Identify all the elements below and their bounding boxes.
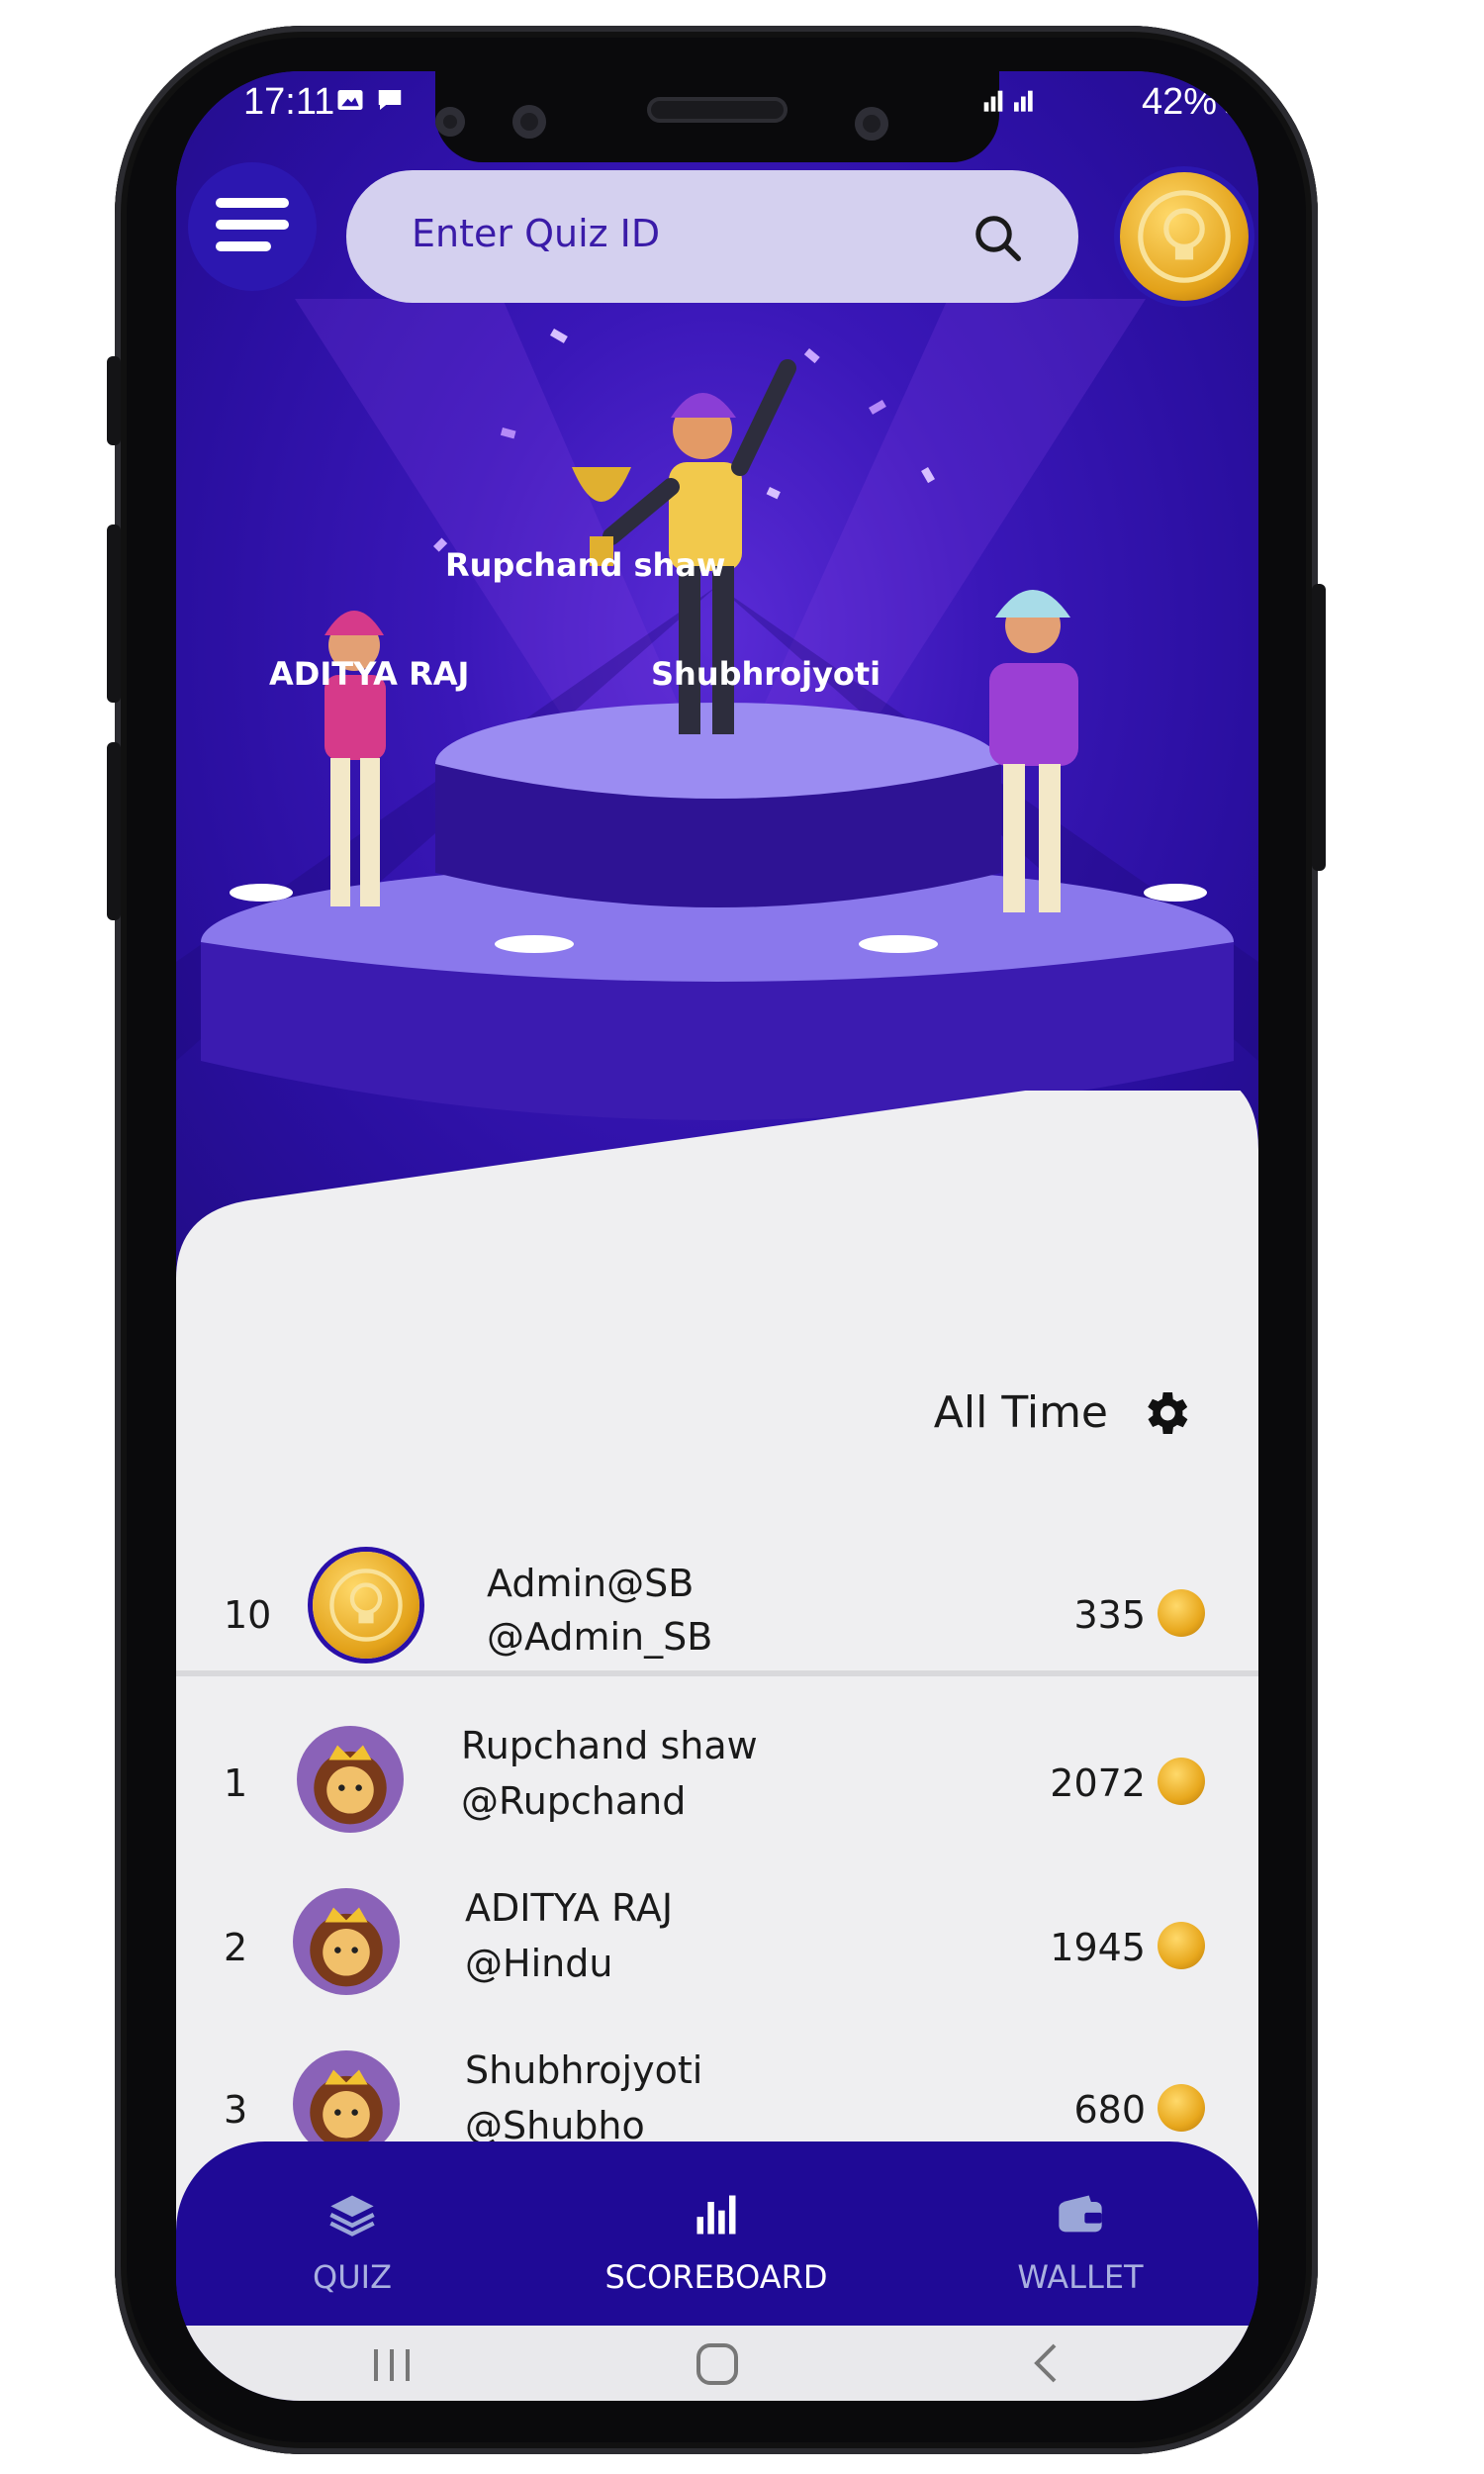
phone-power-button — [1312, 584, 1326, 871]
user-name: Rupchand shaw — [461, 1724, 758, 1767]
lion-avatar — [293, 1888, 400, 1995]
podium-second-name: ADITYA RAJ — [269, 655, 470, 693]
bar-chart-icon — [696, 2195, 736, 2235]
home-icon[interactable] — [693, 2339, 742, 2389]
user-name: Shubhrojyoti — [465, 2048, 703, 2092]
podium-first-name: Rupchand shaw — [445, 546, 726, 584]
battery-icon — [1225, 89, 1241, 114]
user-handle: @Rupchand — [461, 1779, 687, 1823]
quiz-id-search[interactable]: Enter Quiz ID — [346, 170, 1078, 303]
divider — [176, 1670, 1258, 1676]
tab-scoreboard[interactable]: SCOREBOARD — [568, 2141, 865, 2326]
search-icon[interactable] — [972, 212, 1025, 265]
rank-number: 10 — [224, 1593, 272, 1637]
user-name: Admin@SB — [487, 1562, 695, 1605]
coin-icon — [1158, 1589, 1205, 1637]
signal-icon — [983, 90, 1033, 112]
current-user-row[interactable]: 10 Admin@SB @Admin_SB 335 — [176, 1536, 1258, 1704]
user-score: 680 — [1073, 2088, 1146, 2132]
bulb-logo-icon — [1138, 190, 1231, 283]
system-navigation-bar — [176, 2326, 1258, 2401]
wallet-icon — [1059, 2195, 1102, 2233]
gear-icon[interactable] — [1138, 1385, 1193, 1441]
search-placeholder: Enter Quiz ID — [412, 212, 661, 255]
bottom-navigation: QUIZ SCOREBOARD WALLET — [176, 2141, 1258, 2326]
recent-apps-icon[interactable] — [370, 2345, 414, 2385]
avatar — [313, 1552, 419, 1659]
lion-avatar — [297, 1726, 404, 1833]
leaderboard-card: All Time 10 Admin@SB @Admin_SB 335 1 Rup… — [176, 1091, 1258, 2238]
phone-side-button — [107, 356, 121, 445]
leaderboard-row[interactable]: 2 ADITYA RAJ @Hindu 1945 — [176, 1868, 1258, 2037]
message-icon — [378, 90, 402, 110]
rank-number: 3 — [224, 2088, 248, 2132]
rank-number: 1 — [224, 1761, 248, 1805]
app-screen: Enter Quiz ID Rupchand shaw ADITYA RAJ S… — [176, 71, 1258, 2401]
back-icon[interactable] — [1029, 2341, 1065, 2385]
coin-icon — [1158, 2084, 1205, 2132]
coin-icon — [1158, 1758, 1205, 1805]
menu-button[interactable] — [188, 162, 317, 291]
tab-wallet-label: WALLET — [1017, 2258, 1144, 2296]
profile-coin-avatar[interactable] — [1120, 172, 1249, 301]
coin-icon — [1158, 1922, 1205, 1969]
leaderboard-row[interactable]: 1 Rupchand shaw @Rupchand 2072 — [176, 1704, 1258, 1872]
phone-volume-down — [107, 742, 121, 920]
user-score: 1945 — [1050, 1926, 1146, 1969]
tab-quiz[interactable]: QUIZ — [204, 2141, 501, 2326]
user-score: 335 — [1073, 1593, 1146, 1637]
tab-scoreboard-label: SCOREBOARD — [604, 2258, 828, 2296]
user-handle: @Admin_SB — [487, 1615, 713, 1659]
battery-level: 42% — [1141, 81, 1217, 123]
rank-number: 2 — [224, 1926, 248, 1969]
bulb-logo-icon — [329, 1569, 403, 1642]
user-score: 2072 — [1050, 1761, 1146, 1805]
podium-third-name: Shubhrojyoti — [651, 655, 881, 693]
user-name: ADITYA RAJ — [465, 1886, 674, 1930]
gallery-icon — [337, 90, 363, 110]
tab-quiz-label: QUIZ — [313, 2258, 392, 2296]
phone-volume-up — [107, 524, 121, 703]
tab-wallet[interactable]: WALLET — [932, 2141, 1229, 2326]
user-handle: @Hindu — [465, 1942, 613, 1985]
layers-icon — [329, 2195, 375, 2236]
time-filter-label[interactable]: All Time — [934, 1387, 1108, 1438]
status-bar: 17:11 42% — [176, 71, 1258, 143]
lion-king-icon — [310, 1907, 383, 1987]
status-time: 17:11 — [243, 81, 335, 123]
lion-king-icon — [314, 1745, 387, 1825]
